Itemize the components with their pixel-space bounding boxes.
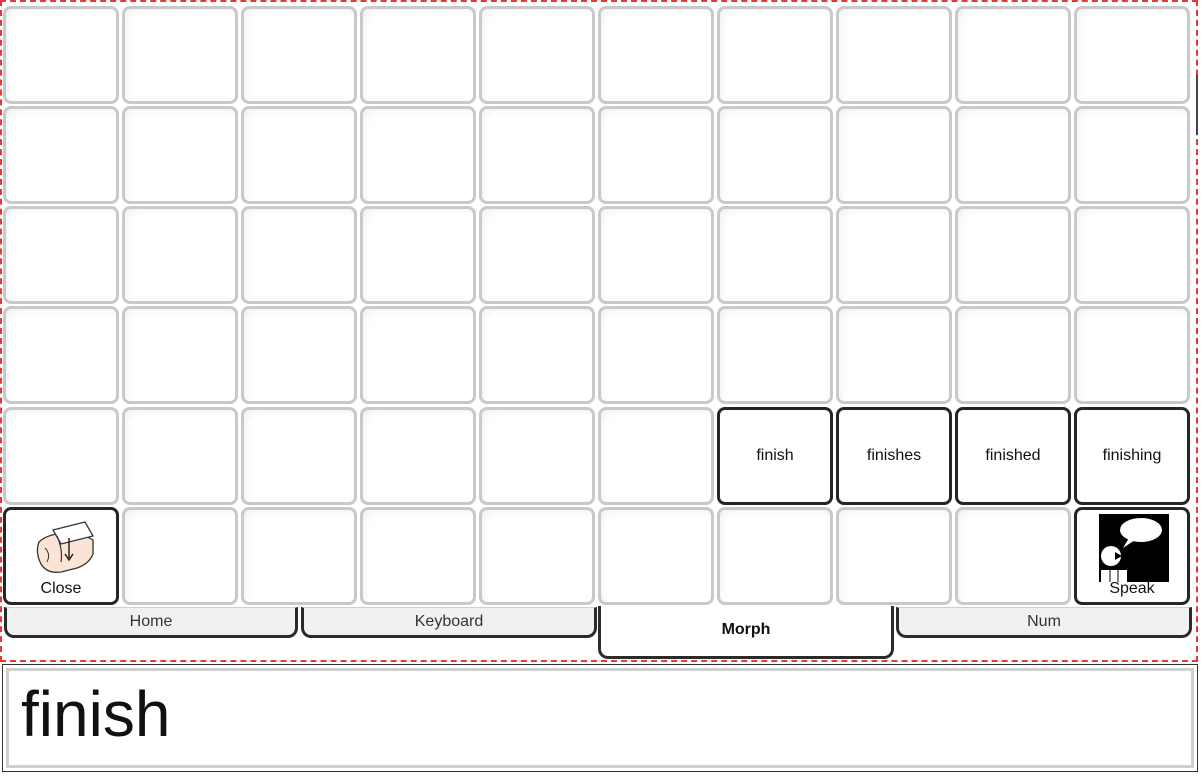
empty-cell[interactable]	[598, 6, 714, 104]
empty-cell[interactable]	[241, 407, 357, 505]
empty-cell[interactable]	[122, 206, 238, 304]
empty-cell[interactable]	[122, 507, 238, 605]
empty-cell[interactable]	[836, 206, 952, 304]
tab-morph[interactable]: Morph	[598, 606, 894, 659]
empty-cell[interactable]	[598, 206, 714, 304]
message-window: finish	[2, 664, 1198, 772]
empty-cell[interactable]	[955, 106, 1071, 204]
empty-cell[interactable]	[122, 407, 238, 505]
empty-cell[interactable]	[479, 407, 595, 505]
empty-cell[interactable]	[717, 6, 833, 104]
empty-cell[interactable]	[717, 206, 833, 304]
empty-cell[interactable]	[3, 407, 119, 505]
empty-cell[interactable]	[241, 106, 357, 204]
close-button[interactable]: Close	[3, 507, 119, 605]
empty-cell[interactable]	[479, 206, 595, 304]
empty-cell[interactable]	[360, 407, 476, 505]
finishing-button[interactable]: finishing	[1074, 407, 1190, 505]
tab-home[interactable]: Home	[4, 607, 298, 638]
empty-cell[interactable]	[717, 306, 833, 404]
empty-cell[interactable]	[3, 6, 119, 104]
empty-cell[interactable]	[955, 206, 1071, 304]
empty-cell[interactable]	[360, 106, 476, 204]
empty-cell[interactable]	[598, 106, 714, 204]
empty-cell[interactable]	[836, 306, 952, 404]
empty-cell[interactable]	[241, 507, 357, 605]
empty-cell[interactable]	[122, 106, 238, 204]
speak-button-label: Speak	[1109, 580, 1155, 597]
close-button-label: Close	[40, 580, 82, 597]
empty-cell[interactable]	[1074, 306, 1190, 404]
speak-person-bubble-icon	[1099, 514, 1169, 582]
empty-cell[interactable]	[122, 6, 238, 104]
empty-cell[interactable]	[479, 507, 595, 605]
finishes-button[interactable]: finishes	[836, 407, 952, 505]
close-hands-icon	[36, 521, 94, 573]
empty-cell[interactable]	[598, 306, 714, 404]
empty-cell[interactable]	[955, 507, 1071, 605]
empty-cell[interactable]	[1074, 106, 1190, 204]
empty-cell[interactable]	[3, 206, 119, 304]
empty-cell[interactable]	[717, 507, 833, 605]
empty-cell[interactable]	[479, 6, 595, 104]
empty-cell[interactable]	[360, 306, 476, 404]
finish-button[interactable]: finish	[717, 407, 833, 505]
empty-cell[interactable]	[1074, 206, 1190, 304]
empty-cell[interactable]	[836, 507, 952, 605]
empty-cell[interactable]	[3, 106, 119, 204]
empty-cell[interactable]	[360, 6, 476, 104]
empty-cell[interactable]	[598, 407, 714, 505]
empty-cell[interactable]	[241, 6, 357, 104]
empty-cell[interactable]	[955, 306, 1071, 404]
speak-button[interactable]: Speak	[1074, 507, 1190, 605]
empty-cell[interactable]	[241, 306, 357, 404]
tab-num[interactable]: Num	[896, 607, 1192, 638]
message-text[interactable]: finish	[6, 668, 1194, 768]
empty-cell[interactable]	[955, 6, 1071, 104]
empty-cell[interactable]	[360, 507, 476, 605]
empty-cell[interactable]	[479, 106, 595, 204]
finished-button[interactable]: finished	[955, 407, 1071, 505]
tab-keyboard[interactable]: Keyboard	[301, 607, 597, 638]
empty-cell[interactable]	[598, 507, 714, 605]
empty-cell[interactable]	[241, 206, 357, 304]
empty-cell[interactable]	[1074, 6, 1190, 104]
empty-cell[interactable]	[717, 106, 833, 204]
edge-marker	[1196, 75, 1202, 135]
empty-cell[interactable]	[3, 306, 119, 404]
empty-cell[interactable]	[479, 306, 595, 404]
empty-cell[interactable]	[836, 106, 952, 204]
empty-cell[interactable]	[360, 206, 476, 304]
empty-cell[interactable]	[122, 306, 238, 404]
empty-cell[interactable]	[836, 6, 952, 104]
